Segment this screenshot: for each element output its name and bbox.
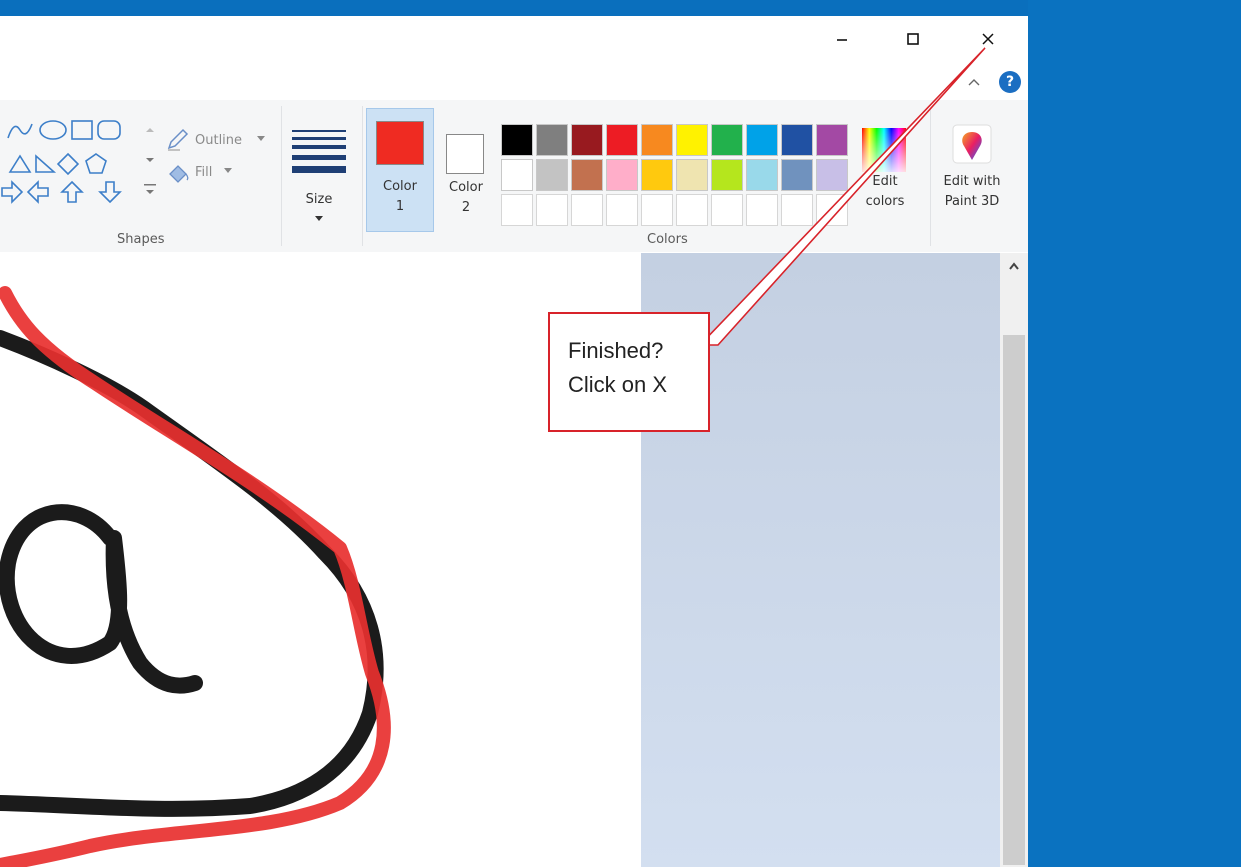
callout-pointer xyxy=(698,47,986,346)
callout-line2: Click on X xyxy=(568,372,668,397)
callout-line1: Finished? xyxy=(568,338,664,363)
instruction-callout: Finished? Click on X xyxy=(548,312,710,432)
